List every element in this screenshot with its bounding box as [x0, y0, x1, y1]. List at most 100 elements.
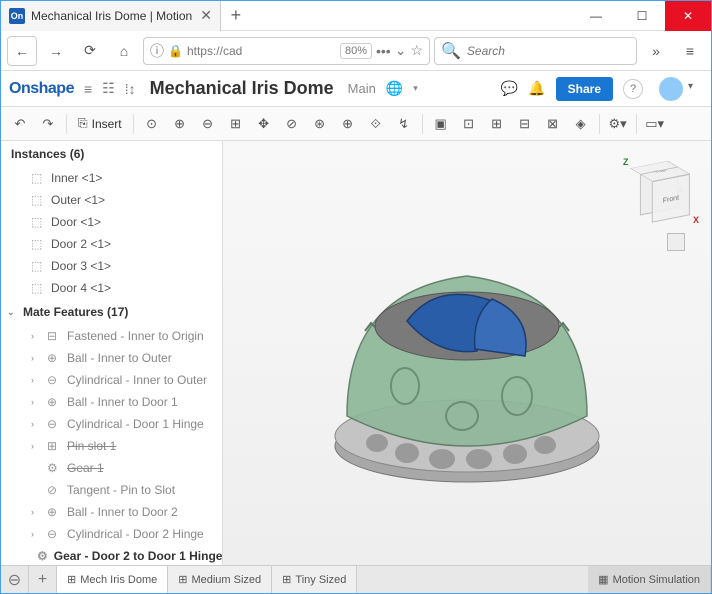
mate-item[interactable]: ⚙Gear 1: [1, 457, 222, 479]
document-name[interactable]: Mechanical Iris Dome: [150, 78, 334, 99]
mate-item[interactable]: ›⊕Ball - Inner to Outer: [1, 347, 222, 369]
instance-label: Outer <1>: [51, 193, 105, 207]
mate-icon: ⊕: [47, 351, 61, 365]
insert-button[interactable]: ⎘ Insert: [72, 116, 128, 131]
globe-icon[interactable]: 🌐: [386, 80, 403, 97]
tool-10[interactable]: ↯: [391, 111, 417, 137]
tool-gear[interactable]: ⚙▾: [605, 111, 631, 137]
settings-icon[interactable]: ⁞↕: [125, 81, 136, 97]
zoom-level[interactable]: 80%: [340, 43, 372, 59]
site-info-icon[interactable]: ⓘ: [150, 41, 164, 61]
mate-item[interactable]: ›⊞Pin slot 1: [1, 435, 222, 457]
tool-3[interactable]: ⊖: [195, 111, 221, 137]
help-button[interactable]: ?: [623, 79, 643, 99]
mate-icon: ⊕: [47, 395, 61, 409]
insert-icon: ⎘: [78, 116, 88, 131]
tool-7[interactable]: ⊛: [307, 111, 333, 137]
url-bar[interactable]: ⓘ 🔒 https://cad 80% ••• ⌄ ☆: [143, 37, 430, 65]
feature-tree[interactable]: Instances (6) ⬚Inner <1>⬚Outer <1>⬚Door …: [1, 141, 223, 565]
lock-icon: 🔒: [168, 44, 183, 58]
expand-arrow-icon[interactable]: ›: [31, 441, 41, 451]
tool-16[interactable]: ◈: [568, 111, 594, 137]
instance-item[interactable]: ⬚Door 2 <1>: [1, 233, 222, 255]
tree-icon[interactable]: ☷: [102, 80, 115, 97]
instance-item[interactable]: ⬚Inner <1>: [1, 167, 222, 189]
expand-arrow-icon[interactable]: ›: [31, 353, 41, 363]
tool-display[interactable]: ▭▾: [642, 111, 668, 137]
branch-name[interactable]: Main: [348, 81, 376, 96]
pocket-icon[interactable]: ⌄: [395, 42, 407, 59]
bookmark-star-icon[interactable]: ☆: [410, 42, 423, 59]
mate-item[interactable]: ›⊖Cylindrical - Door 2 Hinge: [1, 523, 222, 545]
tool-12[interactable]: ⊡: [456, 111, 482, 137]
undo-button[interactable]: ↶: [7, 111, 33, 137]
mate-item[interactable]: ›⊖Cylindrical - Inner to Outer: [1, 369, 222, 391]
document-tab[interactable]: ▦Motion Simulation: [588, 566, 711, 593]
notifications-icon[interactable]: 🔔: [528, 80, 545, 97]
overflow-button[interactable]: »: [641, 36, 671, 66]
instances-header[interactable]: Instances (6): [1, 141, 222, 167]
tool-15[interactable]: ⊠: [540, 111, 566, 137]
mate-item[interactable]: ›⊟Fastened - Inner to Origin: [1, 325, 222, 347]
tool-4[interactable]: ⊞: [223, 111, 249, 137]
tool-1[interactable]: ⊙: [139, 111, 165, 137]
tool-8[interactable]: ⊕: [335, 111, 361, 137]
document-tab[interactable]: ⊞Medium Sized: [168, 566, 272, 593]
home-view-button[interactable]: [667, 233, 685, 251]
instance-item[interactable]: ⬚Door <1>: [1, 211, 222, 233]
view-cube[interactable]: Z X Front Right Top: [627, 159, 693, 225]
window-minimize-button[interactable]: —: [573, 1, 619, 31]
document-tab[interactable]: ⊞Tiny Sized: [272, 566, 357, 593]
expand-arrow-icon[interactable]: ›: [31, 375, 41, 385]
search-box[interactable]: 🔍: [434, 37, 637, 65]
redo-button[interactable]: ↷: [35, 111, 61, 137]
reload-button[interactable]: ⟳: [75, 36, 105, 66]
comments-icon[interactable]: 💬: [501, 80, 518, 97]
menu-icon[interactable]: ≡: [84, 81, 92, 97]
expand-arrow-icon[interactable]: ›: [31, 507, 41, 517]
browser-menu-button[interactable]: ≡: [675, 36, 705, 66]
mates-header[interactable]: ⌄ Mate Features (17): [1, 299, 222, 325]
window-close-button[interactable]: ✕: [665, 1, 711, 31]
tool-14[interactable]: ⊟: [512, 111, 538, 137]
forward-button[interactable]: →: [41, 36, 71, 66]
window-titlebar: On Mechanical Iris Dome | Motion ✕ + — ☐…: [1, 1, 711, 31]
back-button[interactable]: ←: [7, 36, 37, 66]
home-button[interactable]: ⌂: [109, 36, 139, 66]
document-tab[interactable]: ⊞Mech Iris Dome: [57, 566, 168, 593]
new-tab-button[interactable]: +: [221, 5, 251, 26]
browser-tab[interactable]: On Mechanical Iris Dome | Motion ✕: [1, 1, 221, 31]
tool-9[interactable]: ⟐: [363, 111, 389, 137]
viewcube-front[interactable]: Front: [652, 174, 690, 223]
tool-6[interactable]: ⊘: [279, 111, 305, 137]
expand-arrow-icon[interactable]: ›: [31, 331, 41, 341]
window-maximize-button[interactable]: ☐: [619, 1, 665, 31]
mate-item[interactable]: ›⊖Cylindrical - Door 1 Hinge: [1, 413, 222, 435]
expand-arrow-icon[interactable]: ›: [31, 397, 41, 407]
mate-item[interactable]: ›⊕Ball - Inner to Door 1: [1, 391, 222, 413]
mate-item[interactable]: ⊘Tangent - Pin to Slot: [1, 479, 222, 501]
instance-item[interactable]: ⬚Door 4 <1>: [1, 277, 222, 299]
instance-item[interactable]: ⬚Outer <1>: [1, 189, 222, 211]
onshape-logo[interactable]: Onshape: [9, 80, 74, 98]
add-tab-button[interactable]: +: [29, 566, 57, 593]
app-header: Onshape ≡ ☷ ⁞↕ Mechanical Iris Dome Main…: [1, 71, 711, 107]
user-avatar[interactable]: [659, 77, 683, 101]
tool-2[interactable]: ⊕: [167, 111, 193, 137]
3d-viewport[interactable]: Z X Front Right Top: [223, 141, 711, 565]
tool-13[interactable]: ⊞: [484, 111, 510, 137]
instance-item[interactable]: ⬚Door 3 <1>: [1, 255, 222, 277]
tab-close-icon[interactable]: ✕: [200, 7, 212, 24]
mate-item[interactable]: ⚙Gear - Door 2 to Door 1 Hinge: [1, 545, 222, 565]
mate-icon: ⊖: [47, 373, 61, 387]
page-actions-icon[interactable]: •••: [376, 43, 391, 59]
tool-11[interactable]: ▣: [428, 111, 454, 137]
expand-arrow-icon[interactable]: ›: [31, 529, 41, 539]
tab-config-button[interactable]: ⊖: [1, 566, 29, 593]
share-button[interactable]: Share: [556, 77, 613, 101]
mate-item[interactable]: ›⊕Ball - Inner to Door 2: [1, 501, 222, 523]
expand-arrow-icon[interactable]: ›: [31, 419, 41, 429]
search-input[interactable]: [467, 44, 630, 58]
part-icon: ⬚: [31, 215, 45, 229]
tool-5[interactable]: ✥: [251, 111, 277, 137]
